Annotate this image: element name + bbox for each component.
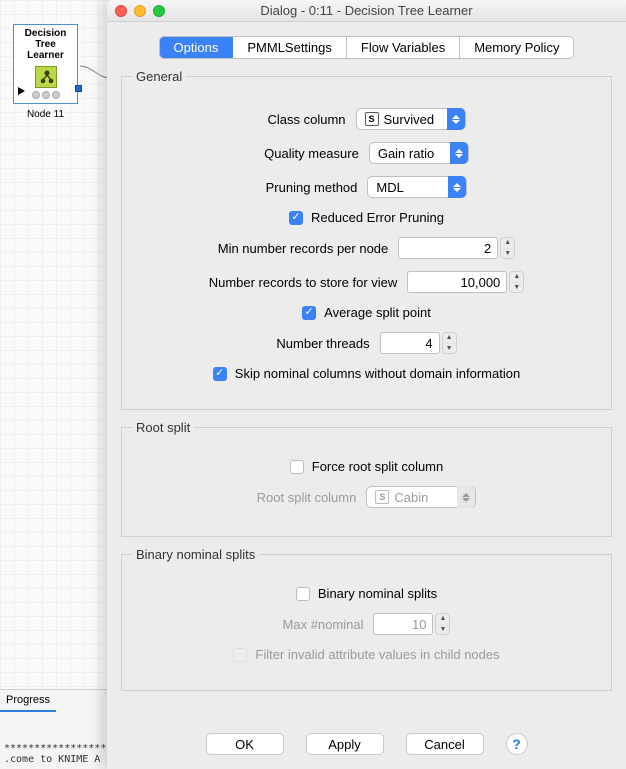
- tab-bar: Options PMMLSettings Flow Variables Memo…: [159, 36, 575, 59]
- workflow-canvas[interactable]: Decision Tree Learner Node 11 Progress *…: [0, 0, 110, 769]
- stepper-threads[interactable]: ▲▼: [442, 332, 457, 354]
- label-min-records: Min number records per node: [218, 241, 389, 256]
- checkbox-skip-nominal[interactable]: Skip nominal columns without domain info…: [213, 366, 520, 381]
- chevron-updown-icon: [457, 486, 475, 508]
- stepper-store-view[interactable]: ▲▼: [509, 271, 524, 293]
- input-threads[interactable]: [380, 332, 440, 354]
- node-title: Decision Tree Learner: [16, 28, 75, 61]
- node-output-port[interactable]: [75, 85, 82, 92]
- titlebar[interactable]: Dialog - 0:11 - Decision Tree Learner: [107, 0, 626, 22]
- bottom-panel: Progress *******************************…: [0, 689, 110, 769]
- tab-options[interactable]: Options: [160, 37, 234, 58]
- group-general: General Class column S Survived Quality …: [121, 69, 612, 410]
- connection-line: [80, 60, 110, 80]
- select-class-column[interactable]: S Survived: [356, 108, 466, 130]
- progress-tab[interactable]: Progress: [0, 690, 56, 712]
- legend-root-split: Root split: [132, 420, 194, 435]
- legend-binary-nominal: Binary nominal splits: [132, 547, 259, 562]
- ok-button[interactable]: OK: [206, 733, 284, 755]
- label-max-nominal: Max #nominal: [283, 617, 364, 632]
- group-root-split: Root split Force root split column Root …: [121, 420, 612, 537]
- window-title: Dialog - 0:11 - Decision Tree Learner: [107, 3, 626, 18]
- node-decision-tree-learner[interactable]: Decision Tree Learner: [13, 24, 78, 104]
- select-pruning-method[interactable]: MDL: [367, 176, 467, 198]
- label-root-split-column: Root split column: [257, 490, 357, 505]
- checkbox-binary-nominal[interactable]: Binary nominal splits: [296, 586, 437, 601]
- chevron-updown-icon: [450, 142, 468, 164]
- node-icon: [35, 66, 57, 88]
- string-type-icon: S: [375, 490, 389, 504]
- label-quality-measure: Quality measure: [264, 146, 359, 161]
- input-min-records[interactable]: [398, 237, 498, 259]
- tab-memory-policy[interactable]: Memory Policy: [460, 37, 573, 58]
- input-store-view[interactable]: [407, 271, 507, 293]
- label-pruning-method: Pruning method: [266, 180, 358, 195]
- checkbox-average-split[interactable]: Average split point: [302, 305, 431, 320]
- legend-general: General: [132, 69, 186, 84]
- dialog-footer: OK Apply Cancel ?: [107, 719, 626, 769]
- chevron-updown-icon: [447, 108, 465, 130]
- node-label: Node 11: [13, 109, 78, 120]
- input-max-nominal: [373, 613, 433, 635]
- stepper-max-nominal: ▲▼: [435, 613, 450, 635]
- select-quality-measure[interactable]: Gain ratio: [369, 142, 469, 164]
- checkbox-filter-invalid: Filter invalid attribute values in child…: [233, 647, 499, 662]
- tab-flow-variables[interactable]: Flow Variables: [347, 37, 460, 58]
- cancel-button[interactable]: Cancel: [406, 733, 484, 755]
- stepper-min-records[interactable]: ▲▼: [500, 237, 515, 259]
- apply-button[interactable]: Apply: [306, 733, 384, 755]
- config-dialog: Dialog - 0:11 - Decision Tree Learner Op…: [107, 0, 626, 769]
- chevron-updown-icon: [448, 176, 466, 198]
- help-button[interactable]: ?: [506, 733, 528, 755]
- select-root-split-column: S Cabin: [366, 486, 476, 508]
- group-binary-nominal: Binary nominal splits Binary nominal spl…: [121, 547, 612, 691]
- label-store-view: Number records to store for view: [209, 275, 398, 290]
- string-type-icon: S: [365, 112, 379, 126]
- checkbox-force-root-split[interactable]: Force root split column: [290, 459, 444, 474]
- label-class-column: Class column: [267, 112, 345, 127]
- label-threads: Number threads: [276, 336, 369, 351]
- tab-pmml-settings[interactable]: PMMLSettings: [233, 37, 347, 58]
- checkbox-reduced-error-pruning[interactable]: Reduced Error Pruning: [289, 210, 444, 225]
- node-input-port[interactable]: [18, 87, 25, 95]
